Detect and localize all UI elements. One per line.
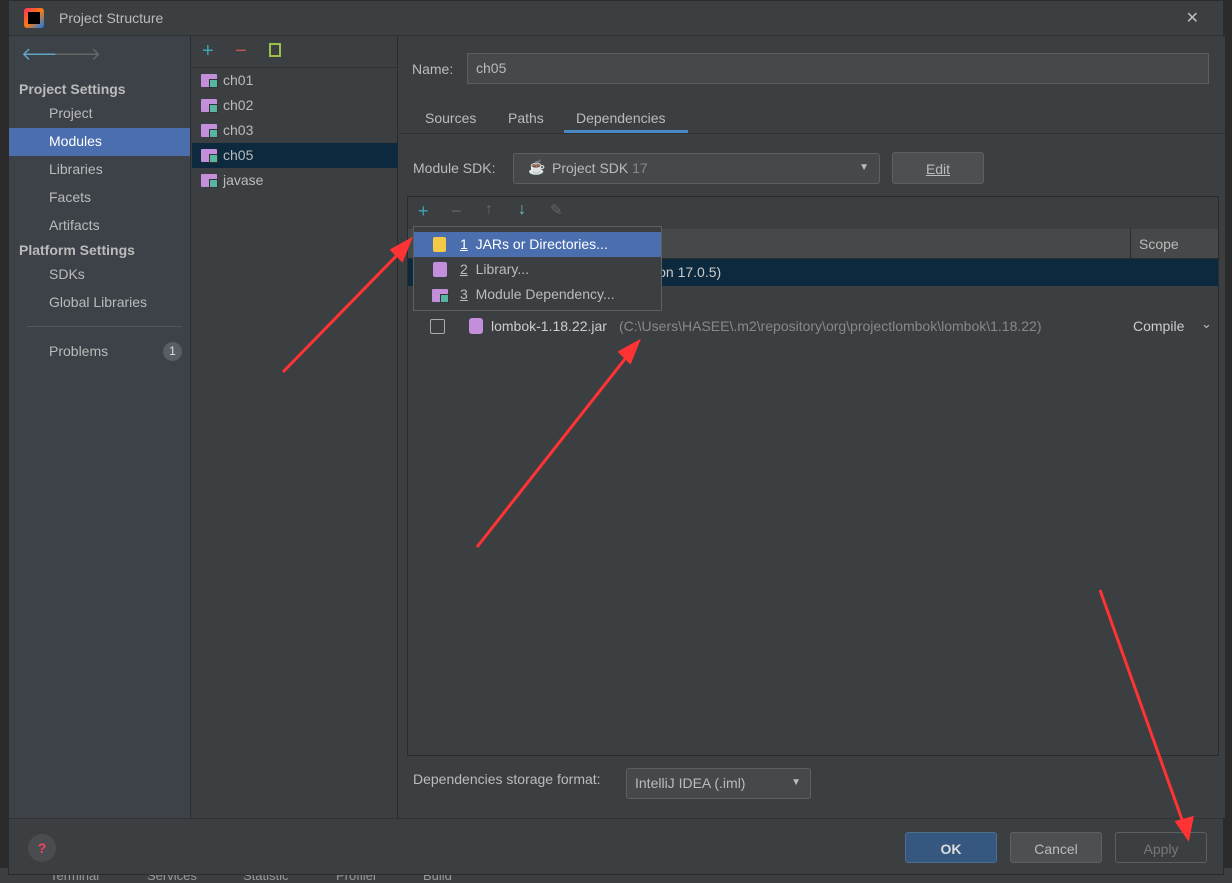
annotation-arrow xyxy=(475,349,634,548)
annotation-arrowhead xyxy=(617,338,641,365)
annotation-arrows xyxy=(281,236,1194,842)
annotation-arrow xyxy=(281,245,407,374)
annotation-arrowhead xyxy=(1174,815,1194,842)
annotation-arrow xyxy=(1098,589,1187,829)
